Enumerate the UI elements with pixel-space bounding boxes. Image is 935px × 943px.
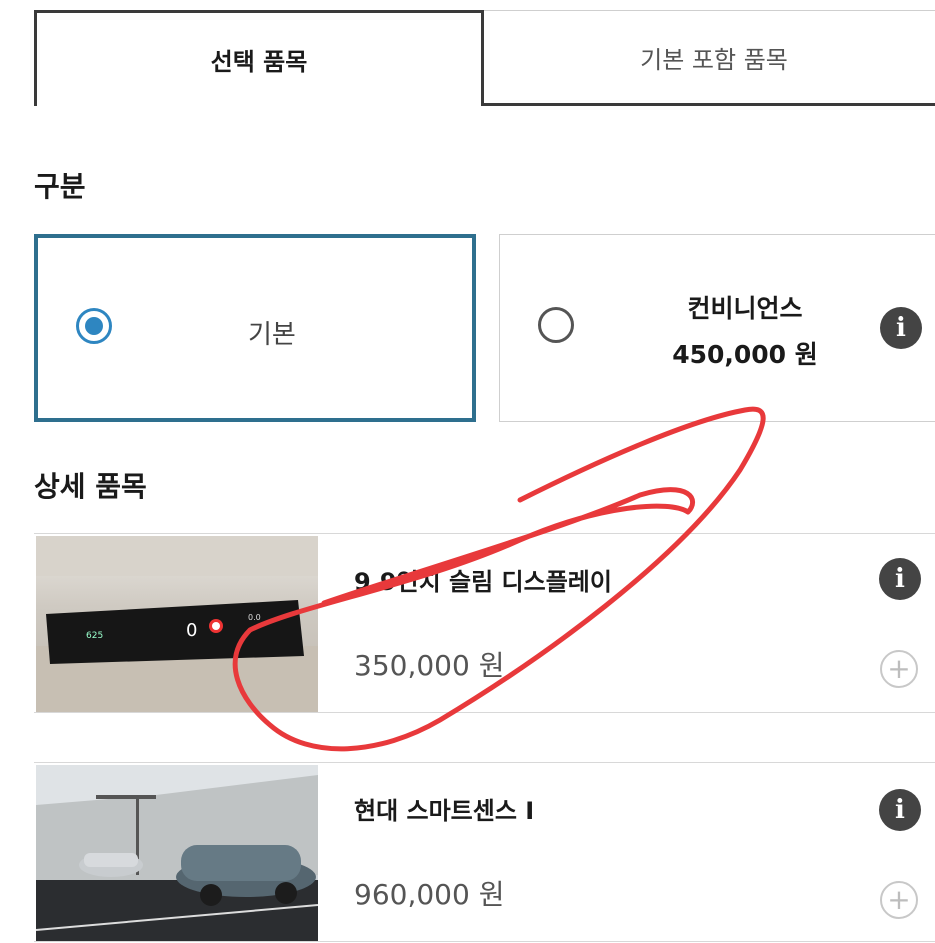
info-icon[interactable]: i bbox=[880, 307, 922, 349]
cars-on-road-image bbox=[36, 765, 318, 941]
option-basic[interactable]: 기본 bbox=[34, 234, 476, 422]
add-icon[interactable]: + bbox=[880, 650, 918, 688]
item-name: 9.9인치 슬림 디스플레이 bbox=[354, 568, 612, 596]
tab-included-options[interactable]: 기본 포함 품목 bbox=[484, 10, 935, 106]
option-convenience[interactable]: 컨비니언스 450,000 원 i bbox=[499, 234, 935, 422]
tab-selected-options[interactable]: 선택 품목 bbox=[34, 10, 484, 106]
svg-text:0.0: 0.0 bbox=[248, 613, 261, 622]
svg-text:625: 625 bbox=[86, 631, 103, 641]
item-price: 350,000 원 bbox=[354, 649, 505, 682]
list-item[interactable]: 625 0 0.0 9.9인치 슬림 디스플레이 350,000 원 i + bbox=[34, 533, 935, 713]
info-icon[interactable]: i bbox=[879, 558, 921, 600]
radio-selected-icon[interactable] bbox=[76, 308, 112, 344]
item-price: 960,000 원 bbox=[354, 878, 505, 911]
tab-label: 선택 품목 bbox=[210, 48, 308, 76]
option-label: 기본 bbox=[248, 320, 296, 350]
option-label: 컨비니언스 bbox=[687, 294, 803, 323]
tab-bar: 선택 품목 기본 포함 품목 bbox=[0, 0, 935, 110]
details-title: 상세 품목 bbox=[34, 470, 147, 503]
add-icon[interactable]: + bbox=[880, 881, 918, 919]
svg-text:0: 0 bbox=[186, 620, 197, 641]
radio-unselected-icon[interactable] bbox=[538, 307, 574, 343]
list-item[interactable]: 현대 스마트센스 I 960,000 원 i + bbox=[34, 762, 935, 942]
info-icon[interactable]: i bbox=[879, 789, 921, 831]
dashboard-display-image: 625 0 0.0 bbox=[36, 536, 318, 712]
option-price: 450,000 원 bbox=[672, 340, 818, 369]
tab-label: 기본 포함 품목 bbox=[640, 45, 788, 74]
category-title: 구분 bbox=[34, 170, 86, 203]
item-name: 현대 스마트센스 I bbox=[354, 797, 535, 825]
